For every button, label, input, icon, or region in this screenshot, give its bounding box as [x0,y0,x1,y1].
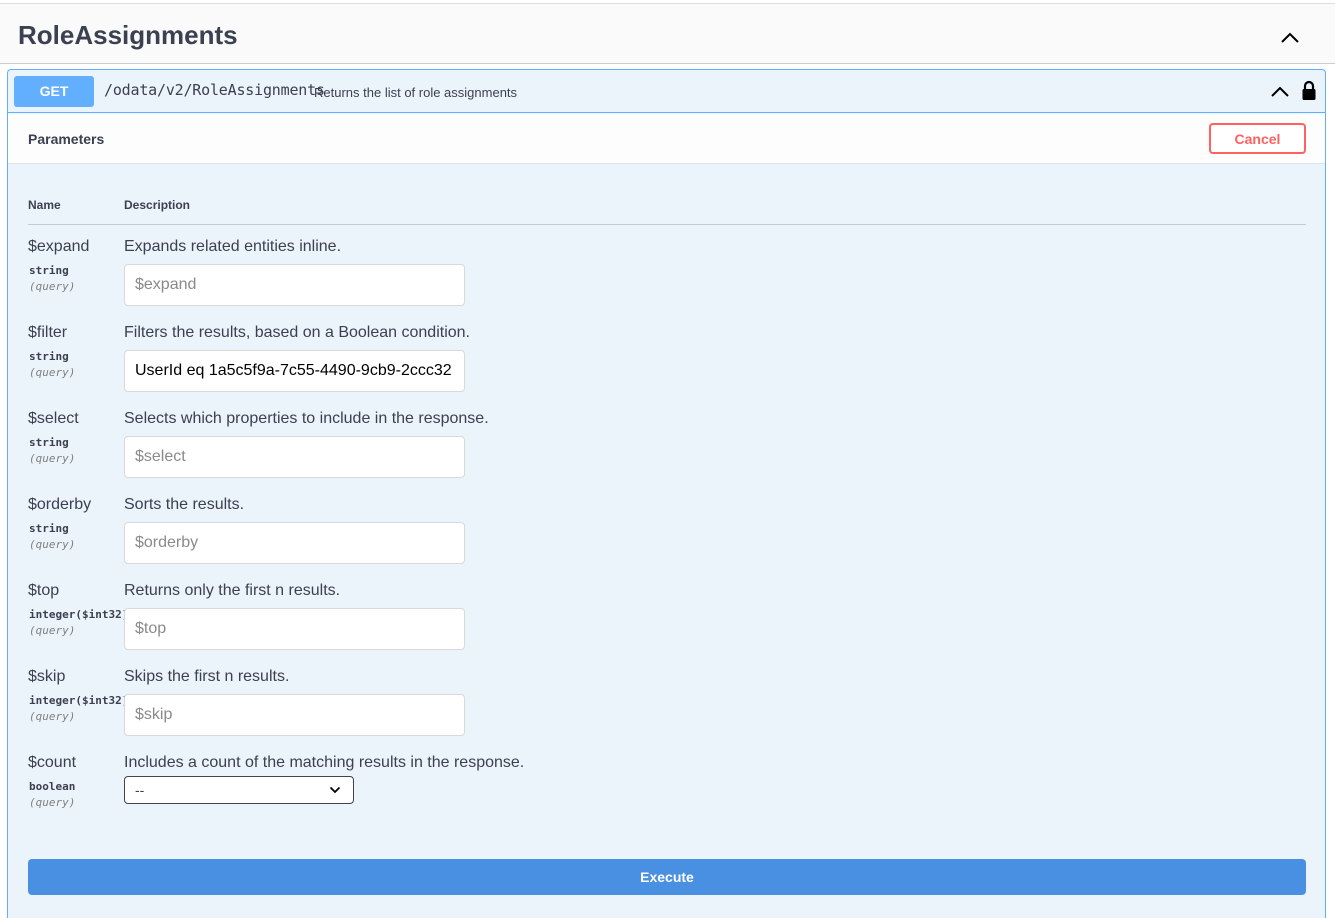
top-input[interactable] [124,608,465,650]
param-type: string [29,436,69,449]
param-type: boolean [29,780,76,793]
parameters-title: Parameters [28,131,105,147]
chevron-up-icon[interactable] [1269,84,1291,100]
param-location: (query) [29,710,76,723]
param-location: (query) [29,624,76,637]
param-description: Returns only the first n results. [124,582,341,599]
param-name: $skip [28,668,66,685]
orderby-input[interactable] [124,522,465,564]
filter-input[interactable] [124,350,465,392]
param-location: (query) [29,366,76,379]
param-type: string [29,522,69,535]
param-type: string [29,264,69,277]
param-type: integer($int32) [29,608,129,621]
param-name: $expand [28,238,90,255]
param-type: string [29,350,69,363]
skip-input[interactable] [124,694,465,736]
execute-button[interactable]: Execute [28,859,1306,895]
column-header-name: Name [28,198,61,212]
param-name: $orderby [28,496,92,513]
param-description: Selects which properties to include in t… [124,410,489,427]
param-type: integer($int32) [29,694,129,707]
parameters-header: Parameters Cancel [8,114,1325,164]
cancel-button[interactable]: Cancel [1209,123,1306,154]
operation-description: Returns the list of role assignments [314,85,518,100]
param-description: Filters the results, based on a Boolean … [124,324,470,341]
param-name: $select [28,410,79,427]
swagger-page: RoleAssignments GET /odata/v2/RoleAssign… [0,0,1335,918]
param-description: Includes a count of the matching results… [124,754,525,771]
select-input[interactable] [124,436,465,478]
param-location: (query) [29,452,76,465]
param-name: $count [28,754,77,771]
lock-icon[interactable] [1301,80,1317,102]
param-description: Expands related entities inline. [124,238,342,255]
param-location: (query) [29,280,76,293]
tag-header[interactable]: RoleAssignments [0,3,1335,64]
tag-title: RoleAssignments [18,20,238,50]
param-location: (query) [29,538,76,551]
param-description: Skips the first n results. [124,668,290,685]
count-select[interactable]: -- [124,776,354,804]
operation-summary[interactable]: GET /odata/v2/RoleAssignments Returns th… [8,70,1325,113]
param-description: Sorts the results. [124,496,245,513]
count-select-value: -- [135,782,145,798]
chevron-down-icon [329,786,341,794]
param-name: $top [28,582,60,599]
operation-path: /odata/v2/RoleAssignments [104,81,325,99]
header-divider [28,224,1306,225]
column-header-description: Description [124,198,191,212]
expand-input[interactable] [124,264,465,306]
chevron-up-icon[interactable] [1278,29,1302,45]
method-badge: GET [14,76,94,107]
param-location: (query) [29,796,76,809]
param-name: $filter [28,324,68,341]
operation-block: GET /odata/v2/RoleAssignments Returns th… [7,69,1326,918]
